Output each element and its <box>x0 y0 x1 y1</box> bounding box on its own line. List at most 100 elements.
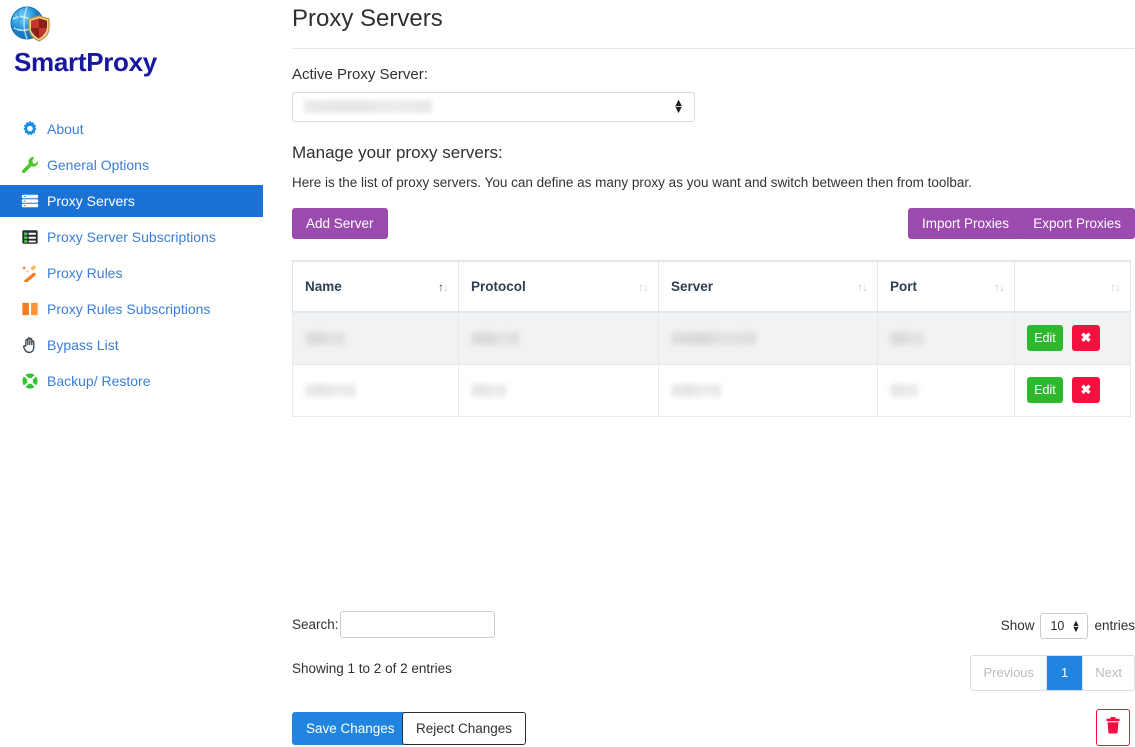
cell-actions: Edit ✖ <box>1015 312 1131 364</box>
delete-row-button[interactable]: ✖ <box>1072 325 1100 351</box>
export-proxies-button[interactable]: Export Proxies <box>1019 208 1135 239</box>
chevron-updown-icon: ▲▼ <box>1072 620 1081 632</box>
redacted-value <box>890 332 923 345</box>
cell-port <box>878 312 1015 364</box>
table-action-buttons: Add Server Import Proxies Export Proxies <box>292 208 1135 242</box>
sidebar-nav: About General Options <box>0 113 263 401</box>
edit-row-button[interactable]: Edit <box>1027 377 1063 403</box>
hand-icon <box>20 335 40 355</box>
sidebar-item-label: Bypass List <box>47 337 119 353</box>
table-info-row: Showing 1 to 2 of 2 entries Previous 1 N… <box>292 655 1135 691</box>
sidebar-item-label: Proxy Rules <box>47 265 122 281</box>
page-length-value: 10 <box>1050 619 1064 633</box>
cell-port <box>878 364 1015 416</box>
brand-name: SmartProxy <box>14 47 157 78</box>
import-proxies-button[interactable]: Import Proxies <box>908 208 1023 239</box>
gear-icon <box>20 119 40 139</box>
proxy-servers-table: Name ↑↓ Protocol ↑↓ Server ↑↓ Port ↑↓ <box>292 260 1131 417</box>
active-proxy-server-select[interactable]: ▲▼ <box>292 92 695 122</box>
column-label: Port <box>890 279 917 294</box>
cell-protocol <box>459 312 659 364</box>
book-icon <box>20 299 40 319</box>
sidebar-item-about[interactable]: About <box>0 113 263 145</box>
title-divider <box>292 48 1135 49</box>
cell-name <box>293 312 459 364</box>
delete-row-button[interactable]: ✖ <box>1072 377 1100 403</box>
pagination: Previous 1 Next <box>970 655 1135 691</box>
edit-row-button[interactable]: Edit <box>1027 325 1063 351</box>
pagination-page-1[interactable]: 1 <box>1046 656 1083 690</box>
redacted-value <box>890 384 918 397</box>
redacted-value <box>471 384 506 397</box>
redacted-value <box>471 332 519 345</box>
wrench-icon <box>20 155 40 175</box>
table-row[interactable]: Edit ✖ <box>293 364 1131 416</box>
cell-server <box>659 312 878 364</box>
cell-server <box>659 364 878 416</box>
entries-label: entries <box>1094 618 1135 633</box>
sidebar: SmartProxy About General Option <box>0 0 272 747</box>
redacted-value <box>305 332 345 345</box>
pagination-previous[interactable]: Previous <box>971 656 1046 690</box>
pagination-next[interactable]: Next <box>1083 656 1134 690</box>
redacted-value <box>671 332 756 345</box>
column-header-name[interactable]: Name ↑↓ <box>293 261 459 312</box>
active-proxy-server-label: Active Proxy Server: <box>292 65 1135 85</box>
table-controls: Search: Show 10 ▲▼ entries <box>292 611 1135 641</box>
table-info: Showing 1 to 2 of 2 entries <box>292 661 452 676</box>
sidebar-item-proxy-server-subscriptions[interactable]: Proxy Server Subscriptions <box>0 221 263 253</box>
search-input[interactable] <box>340 611 495 638</box>
save-changes-button[interactable]: Save Changes <box>292 712 409 745</box>
column-header-actions[interactable]: ↑↓ <box>1015 261 1131 312</box>
sidebar-item-label: Backup/ Restore <box>47 373 151 389</box>
column-header-protocol[interactable]: Protocol ↑↓ <box>459 261 659 312</box>
cell-protocol <box>459 364 659 416</box>
show-label: Show <box>1001 618 1035 633</box>
main-content: Proxy Servers Active Proxy Server: ▲▼ Ma… <box>292 0 1135 747</box>
add-server-button[interactable]: Add Server <box>292 208 388 239</box>
column-label: Server <box>671 279 713 294</box>
column-label: Name <box>305 279 342 294</box>
page-title: Proxy Servers <box>292 0 1135 34</box>
list-icon <box>20 227 40 247</box>
sort-arrows-icon: ↑↓ <box>638 280 648 294</box>
cell-actions: Edit ✖ <box>1015 364 1131 416</box>
redacted-value <box>671 384 721 397</box>
column-header-server[interactable]: Server ↑↓ <box>659 261 878 312</box>
sidebar-item-proxy-rules-subscriptions[interactable]: Proxy Rules Subscriptions <box>0 293 263 325</box>
active-proxy-server-value <box>304 100 432 113</box>
page-length-control: Show 10 ▲▼ entries <box>1001 613 1135 639</box>
cell-name <box>293 364 459 416</box>
servers-icon <box>20 191 40 211</box>
reject-changes-button[interactable]: Reject Changes <box>402 712 526 745</box>
form-footer: Save Changes Reject Changes <box>292 712 1135 747</box>
sort-arrows-icon: ↑↓ <box>1110 280 1120 294</box>
sort-arrows-icon: ↑↓ <box>438 280 448 294</box>
brand: SmartProxy <box>8 2 52 46</box>
delete-all-button[interactable] <box>1096 709 1130 746</box>
column-header-port[interactable]: Port ↑↓ <box>878 261 1015 312</box>
table-row[interactable]: Edit ✖ <box>293 312 1131 364</box>
sidebar-item-backup-restore[interactable]: Backup/ Restore <box>0 365 263 397</box>
sidebar-item-label: About <box>47 121 84 137</box>
column-label: Protocol <box>471 279 526 294</box>
trash-icon <box>1105 717 1121 738</box>
table-header-row: Name ↑↓ Protocol ↑↓ Server ↑↓ Port ↑↓ <box>293 261 1131 312</box>
manage-heading: Manage your proxy servers: <box>292 142 1135 164</box>
sort-arrows-icon: ↑↓ <box>994 280 1004 294</box>
sidebar-item-bypass-list[interactable]: Bypass List <box>0 329 263 361</box>
sidebar-item-label: Proxy Servers <box>47 193 135 209</box>
sidebar-item-label: Proxy Server Subscriptions <box>47 229 216 245</box>
sidebar-item-label: Proxy Rules Subscriptions <box>47 301 210 317</box>
page-length-select[interactable]: 10 ▲▼ <box>1040 613 1088 639</box>
chevron-updown-icon: ▲▼ <box>673 100 684 114</box>
redacted-value <box>305 384 355 397</box>
smartproxy-options-page: SmartProxy About General Option <box>0 0 1135 747</box>
sidebar-item-general-options[interactable]: General Options <box>0 149 263 181</box>
globe-shield-icon <box>8 2 52 46</box>
sidebar-item-proxy-rules[interactable]: Proxy Rules <box>0 257 263 289</box>
sidebar-item-proxy-servers[interactable]: Proxy Servers <box>0 185 263 217</box>
sidebar-item-label: General Options <box>47 157 149 173</box>
page-description: Here is the list of proxy servers. You c… <box>292 174 1135 192</box>
lifebuoy-icon <box>20 371 40 391</box>
